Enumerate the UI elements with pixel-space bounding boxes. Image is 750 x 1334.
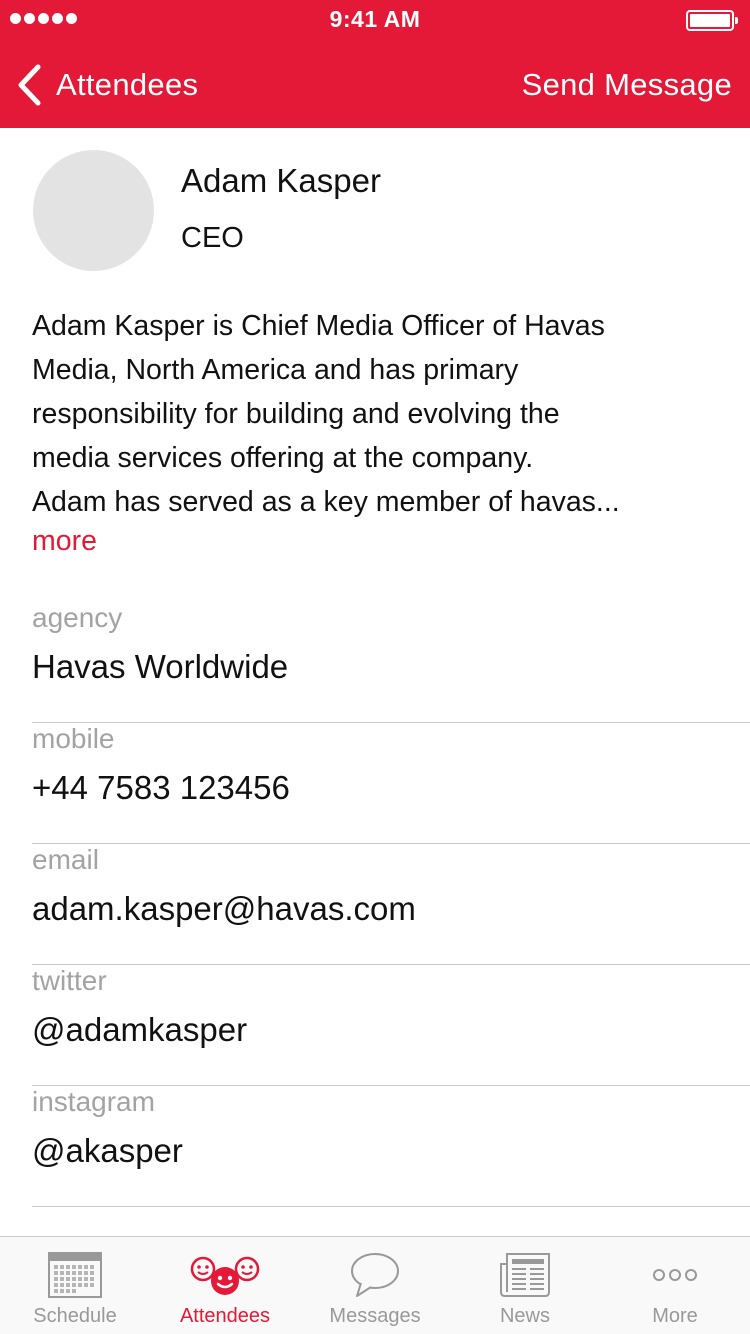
battery-icon: [686, 10, 738, 31]
field-value[interactable]: +44 7583 123456: [32, 769, 290, 807]
tab-bar: Schedule Attendees Messages News More: [0, 1236, 750, 1334]
bio-more-link[interactable]: more: [32, 525, 97, 558]
speech-bubble-icon: [300, 1249, 450, 1301]
tab-schedule[interactable]: Schedule: [0, 1237, 150, 1334]
field-agency: agency Havas Worldwide: [32, 602, 750, 723]
avatar: [33, 150, 154, 271]
chevron-left-icon: [18, 64, 41, 106]
send-message-button[interactable]: Send Message: [522, 62, 732, 108]
field-instagram[interactable]: instagram @akasper: [32, 1086, 750, 1207]
field-value[interactable]: @adamkasper: [32, 1011, 247, 1049]
back-button-label: Attendees: [56, 67, 199, 102]
field-twitter[interactable]: twitter @adamkasper: [32, 965, 750, 1086]
attendees-icon: [150, 1249, 300, 1301]
bio-line: Media, North America and has primary: [32, 354, 519, 386]
calendar-icon: [0, 1249, 150, 1301]
attendee-title: CEO: [181, 222, 244, 254]
tab-label: Schedule: [33, 1305, 117, 1327]
tab-label: Messages: [329, 1305, 421, 1327]
attendee-name: Adam Kasper: [181, 162, 381, 199]
navigation-header: 9:41 AM Attendees Send Message: [0, 0, 750, 128]
field-label: mobile: [32, 723, 115, 754]
tab-messages[interactable]: Messages: [300, 1237, 450, 1334]
tab-news[interactable]: News: [450, 1237, 600, 1334]
status-bar: 9:41 AM: [0, 0, 750, 40]
tab-label: News: [499, 1305, 550, 1327]
field-mobile[interactable]: mobile +44 7583 123456: [32, 723, 750, 844]
field-value[interactable]: @akasper: [32, 1132, 183, 1170]
back-button[interactable]: Attendees: [16, 62, 198, 108]
bio-line: Adam Kasper is Chief Media Officer of Ha…: [32, 310, 605, 342]
field-label: instagram: [32, 1086, 155, 1117]
status-time: 9:41 AM: [329, 6, 421, 32]
newspaper-icon: [450, 1249, 600, 1301]
tab-more[interactable]: More: [600, 1237, 750, 1334]
field-value[interactable]: adam.kasper@havas.com: [32, 890, 416, 928]
tab-label: More: [652, 1305, 698, 1327]
field-label: email: [32, 844, 99, 875]
tab-attendees[interactable]: Attendees: [150, 1237, 300, 1334]
field-label: agency: [32, 602, 123, 633]
field-value: Havas Worldwide: [32, 648, 289, 685]
bio-line: Adam has served as a key member of havas…: [32, 486, 620, 518]
bio-text: Adam Kasper is Chief Media Officer of Ha…: [32, 304, 732, 524]
field-label: twitter: [32, 965, 107, 996]
bio-line: media services offering at the company.: [32, 442, 534, 474]
field-email[interactable]: email adam.kasper@havas.com: [32, 844, 750, 965]
more-dots-icon: [600, 1249, 750, 1301]
tab-label: Attendees: [179, 1305, 271, 1327]
bio-line: responsibility for building and evolving…: [32, 398, 560, 430]
